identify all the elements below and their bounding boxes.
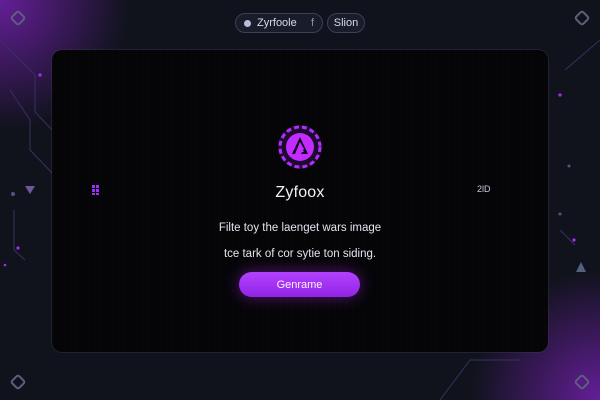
brand-label: Zyrfoole bbox=[257, 17, 297, 29]
side-indicator-label: 2lD bbox=[477, 184, 491, 194]
zyfoox-logo-icon bbox=[278, 125, 322, 169]
corner-decoration-bottom-right bbox=[573, 373, 591, 391]
app-page: Zyrfoole f Slion Zyfoox Filte toy the la… bbox=[0, 0, 600, 400]
brand-suffix: f bbox=[310, 17, 314, 29]
slion-label: Slion bbox=[333, 17, 359, 29]
grid-icon bbox=[92, 185, 99, 195]
corner-decoration-top-right bbox=[573, 9, 591, 27]
top-bar: Zyrfoole f Slion bbox=[235, 13, 365, 33]
brand-dot-icon bbox=[244, 19, 251, 27]
corner-decoration-bottom-left bbox=[9, 373, 27, 391]
brand-pill[interactable]: Zyrfoole f bbox=[235, 13, 323, 33]
description-text: Filte toy the laenget wars image tce tar… bbox=[0, 209, 600, 274]
slion-pill[interactable]: Slion bbox=[327, 13, 365, 33]
app-title: Zyfoox bbox=[275, 184, 325, 201]
generate-button[interactable]: Genrame bbox=[239, 272, 360, 297]
description-line-2: tce tark of cor sytie ton siding. bbox=[223, 248, 377, 260]
corner-decoration-top-left bbox=[9, 9, 27, 27]
description-line-1: Filte toy the laenget wars image bbox=[218, 222, 382, 234]
